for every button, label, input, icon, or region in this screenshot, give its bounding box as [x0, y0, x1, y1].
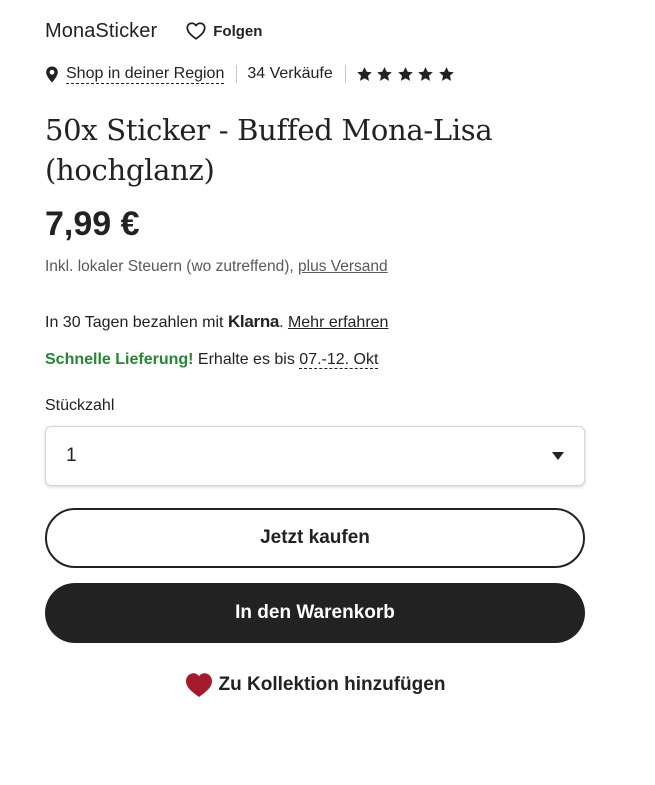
learn-more-link[interactable]: Mehr erfahren [288, 314, 389, 331]
klarna-suffix: . [279, 314, 288, 331]
tax-text: Inkl. lokaler Steuern (wo zutreffend), [45, 258, 299, 275]
shipping-link[interactable]: plus Versand [298, 258, 388, 275]
quantity-select[interactable]: 1 [45, 426, 585, 486]
caret-down-icon [552, 452, 564, 460]
divider [236, 65, 238, 83]
product-price: 7,99 € [45, 205, 140, 243]
heart-filled-icon [185, 673, 212, 697]
star-icon [418, 66, 434, 81]
star-icon [438, 66, 454, 81]
delivery-note: Schnelle Lieferung! Erhalte es bis 07.-1… [45, 351, 379, 369]
delivery-text: Erhalte es bis [193, 351, 300, 368]
star-icon [356, 66, 372, 81]
rating-stars[interactable] [356, 66, 459, 83]
buy-now-button[interactable]: Jetzt kaufen [45, 508, 585, 568]
star-icon [377, 66, 393, 81]
star-icon [397, 66, 413, 81]
quantity-label: Stückzahl [45, 397, 115, 414]
tax-note: Inkl. lokaler Steuern (wo zutreffend), p… [45, 258, 388, 276]
heart-outline-icon [186, 22, 206, 40]
fast-delivery-label: Schnelle Lieferung! [45, 351, 194, 368]
follow-button[interactable]: Folgen [185, 20, 262, 42]
sales-count: 34 Verkäufe [247, 65, 333, 82]
product-title: 50x Sticker - Buffed Mona-Lisa (hochglan… [45, 113, 493, 187]
follow-label: Folgen [213, 22, 263, 40]
klarna-prefix: In 30 Tagen bezahlen mit [45, 314, 228, 331]
divider [344, 65, 346, 83]
add-to-cart-button[interactable]: In den Warenkorb [45, 583, 585, 643]
location-pin-icon [45, 65, 59, 83]
klarna-note: In 30 Tagen bezahlen mit Klarna. Mehr er… [45, 312, 388, 332]
add-to-collection-button[interactable]: Zu Kollektion hinzufügen [45, 672, 585, 698]
shop-meta: Shop in deiner Region 34 Verkäufe [45, 62, 458, 86]
shop-header: MonaSticker Folgen [45, 14, 262, 48]
quantity-value: 1 [66, 445, 77, 466]
delivery-date[interactable]: 07.-12. Okt [299, 351, 379, 369]
shop-region-link[interactable]: Shop in deiner Region [66, 65, 225, 84]
add-to-collection-label: Zu Kollektion hinzufügen [218, 674, 446, 695]
shop-name[interactable]: MonaSticker [45, 20, 157, 43]
klarna-logo: Klarna [227, 312, 280, 331]
